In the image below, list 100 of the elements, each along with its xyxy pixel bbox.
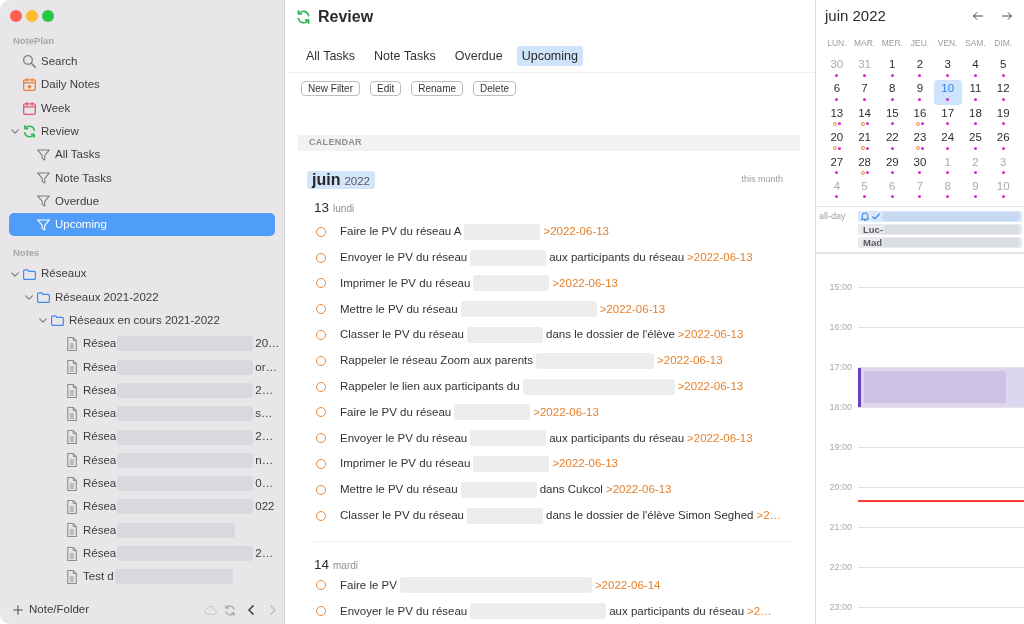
sync-icon xyxy=(225,604,235,616)
task-text: Rappeler le réseau Zoom aux parents xyxy=(340,353,534,369)
task-checkbox[interactable] xyxy=(316,355,326,366)
task-checkbox[interactable] xyxy=(316,459,326,470)
sidebar-item[interactable]: Résea n… xyxy=(9,448,275,473)
calendar-day[interactable]: 20 xyxy=(823,129,851,154)
task-checkbox[interactable] xyxy=(316,606,326,617)
sidebar-item[interactable]: Résea 2… xyxy=(9,541,275,566)
sidebar-item[interactable]: Résea 2… xyxy=(9,425,275,449)
chevron-icon[interactable] xyxy=(11,129,19,135)
task-checkbox[interactable] xyxy=(316,252,326,263)
sidebar-item[interactable]: Résea 2… xyxy=(9,378,275,403)
task-text: Imprimer le PV du réseau xyxy=(340,456,471,472)
sync-icon xyxy=(23,125,36,139)
document-icon xyxy=(66,406,77,421)
section-title: NotePlan xyxy=(12,33,56,48)
task-checkbox[interactable] xyxy=(316,278,326,289)
calendar-day[interactable]: 5 xyxy=(989,56,1017,81)
task-checkbox[interactable] xyxy=(316,381,326,392)
calendar-day[interactable]: 30 xyxy=(906,153,934,178)
task-text: Faire le PV du réseau xyxy=(340,404,452,420)
sidebar-item[interactable]: Réseaux 2021-2022 xyxy=(9,285,275,309)
calendar-day[interactable]: 1 xyxy=(878,56,907,81)
calendar-day[interactable]: 16 xyxy=(906,104,934,130)
sidebar-item[interactable]: Test d xyxy=(9,565,275,589)
calendar-day[interactable]: 17 xyxy=(933,104,962,130)
arrow-right-icon[interactable] xyxy=(1002,12,1012,20)
task-checkbox[interactable] xyxy=(316,484,326,495)
calendar-day[interactable]: 23 xyxy=(906,129,934,154)
toolbar-button[interactable]: New Filter xyxy=(301,81,360,96)
task-checkbox[interactable] xyxy=(316,330,326,341)
calendar-day[interactable]: 27 xyxy=(823,153,851,178)
minimize-button[interactable] xyxy=(26,10,38,22)
toolbar-button[interactable]: Rename xyxy=(411,81,464,96)
chevron-icon[interactable] xyxy=(39,318,47,324)
tab[interactable]: Note Tasks xyxy=(369,46,441,66)
calendar-day[interactable]: 26 xyxy=(989,129,1017,154)
calendar-day[interactable]: 15 xyxy=(878,104,907,130)
weekday-text: lundi xyxy=(333,202,355,216)
sidebar-item[interactable]: Overdue xyxy=(9,189,275,214)
zoom-button[interactable] xyxy=(42,10,54,22)
all-day-event[interactable] xyxy=(858,211,1022,223)
toolbar-button[interactable]: Edit xyxy=(370,81,402,96)
month-name: juin xyxy=(312,171,341,189)
calendar-day[interactable]: 11 xyxy=(961,80,990,105)
task-text: dans Cukcol xyxy=(539,482,603,498)
tab[interactable]: Upcoming xyxy=(516,46,583,66)
calendar-day[interactable]: 3 xyxy=(933,56,962,81)
task-checkbox[interactable] xyxy=(316,580,326,591)
sidebar-item[interactable]: Daily Notes xyxy=(9,73,275,97)
sidebar-item[interactable]: Note Tasks xyxy=(9,166,275,190)
task-checkbox[interactable] xyxy=(316,510,326,521)
all-day-event[interactable]: Luc- xyxy=(858,224,1022,236)
calendar-day[interactable]: 12 xyxy=(989,80,1017,105)
back-button[interactable] xyxy=(248,605,254,615)
sidebar-item[interactable]: Week xyxy=(9,96,275,120)
close-button[interactable] xyxy=(10,10,22,22)
tab[interactable]: All Tasks xyxy=(301,46,361,66)
sidebar-item[interactable]: Review xyxy=(9,119,275,144)
calendar-day[interactable]: 13 xyxy=(823,104,851,130)
calendar-day[interactable]: 21 xyxy=(850,129,879,154)
sidebar-item[interactable]: Résea xyxy=(9,518,275,542)
chevron-icon[interactable] xyxy=(25,294,33,300)
event-title: Luc- xyxy=(863,224,884,236)
all-day-event[interactable]: Mad xyxy=(858,237,1022,249)
calendar-day[interactable]: 29 xyxy=(878,153,907,178)
task-text: Faire le PV du réseau A xyxy=(340,224,462,240)
event-block[interactable] xyxy=(858,368,1024,408)
arrow-left-icon[interactable] xyxy=(973,12,983,20)
task-checkbox[interactable] xyxy=(316,433,326,444)
calendar-day[interactable]: 9 xyxy=(906,80,934,105)
calendar-day[interactable]: 6 xyxy=(823,80,851,105)
calendar-day[interactable]: 18 xyxy=(961,104,990,130)
task-checkbox[interactable] xyxy=(316,407,326,418)
document-icon xyxy=(66,336,77,351)
sidebar-item[interactable]: Résea 0… xyxy=(9,472,275,496)
sidebar-item[interactable]: Résea 022 xyxy=(9,495,275,519)
calendar-day[interactable]: 22 xyxy=(878,129,907,154)
task-checkbox[interactable] xyxy=(316,226,326,237)
sidebar-item[interactable]: Réseaux xyxy=(9,262,275,286)
sidebar-item[interactable]: Réseaux en cours 2021-2022 xyxy=(9,308,275,333)
tab[interactable]: Overdue xyxy=(449,46,508,66)
sidebar-item[interactable]: All Tasks xyxy=(9,143,275,167)
calendar-day[interactable]: 7 xyxy=(850,80,879,105)
sidebar-item[interactable]: Résea or… xyxy=(9,355,275,379)
calendar-day[interactable]: 2 xyxy=(906,56,934,81)
calendar-day[interactable]: 8 xyxy=(878,80,907,105)
calendar-day[interactable]: 19 xyxy=(989,104,1017,130)
calendar-day[interactable]: 28 xyxy=(850,153,879,178)
task-checkbox[interactable] xyxy=(316,304,326,315)
sidebar-item[interactable]: Résea s… xyxy=(9,402,275,426)
sidebar-item[interactable]: Search xyxy=(9,50,275,74)
calendar-day[interactable]: 4 xyxy=(961,56,990,81)
add-note-button[interactable]: Note/Folder xyxy=(13,601,90,619)
chevron-icon[interactable] xyxy=(11,271,19,277)
calendar-day[interactable]: 14 xyxy=(850,104,879,130)
calendar-day[interactable]: 24 xyxy=(933,129,962,154)
calendar-day[interactable]: 25 xyxy=(961,129,990,154)
toolbar-button[interactable]: Delete xyxy=(473,81,516,96)
section-title: Notes xyxy=(12,246,41,261)
